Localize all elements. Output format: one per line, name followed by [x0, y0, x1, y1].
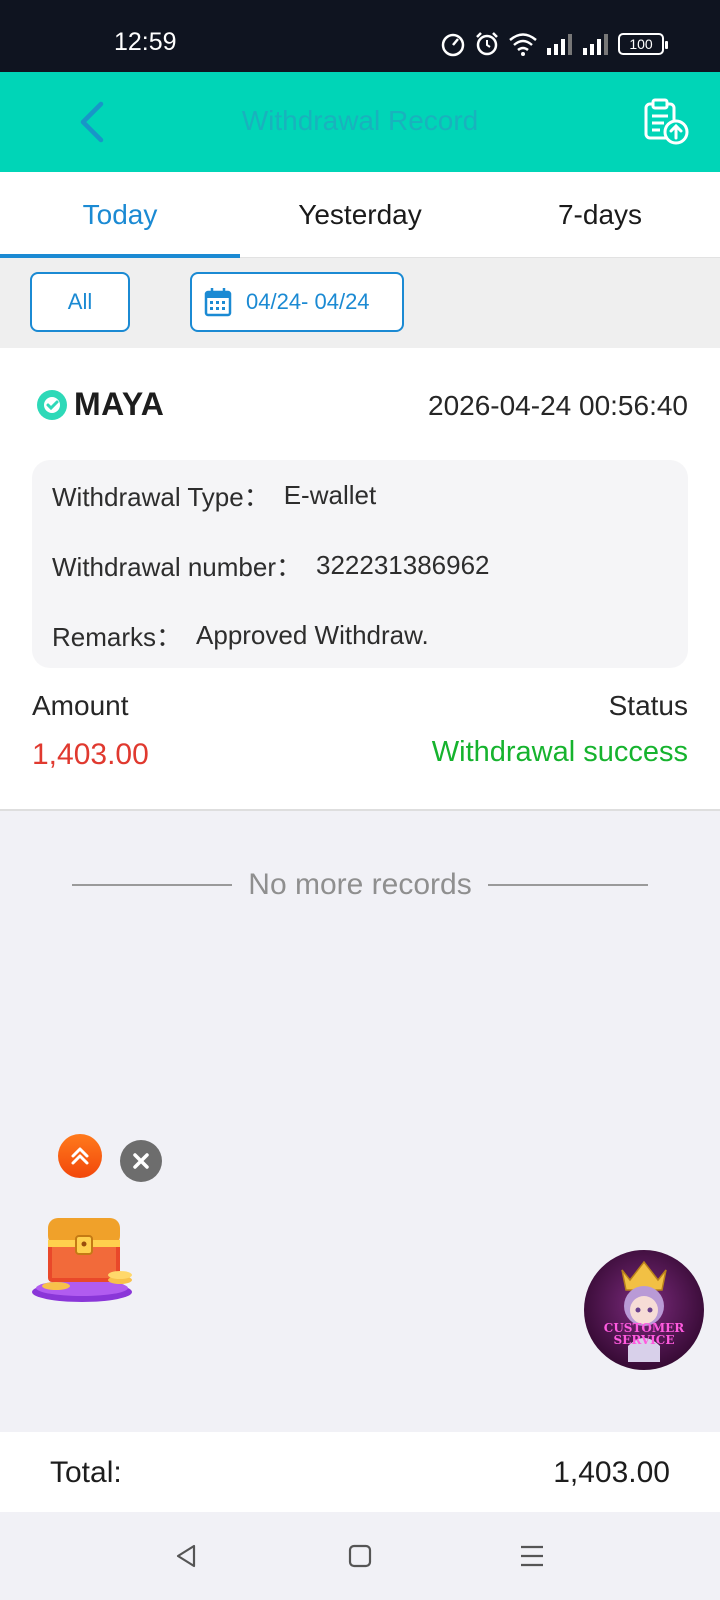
total-bar: Total: 1,403.00: [0, 1432, 720, 1512]
detail-value: 322231386962: [315, 549, 490, 580]
system-nav-bar: [0, 1512, 720, 1600]
speed-icon: [441, 33, 465, 57]
wifi-icon: [509, 33, 537, 56]
date-tabs: Today Yesterday 7-days: [0, 172, 720, 258]
treasure-chest-icon: [32, 1218, 132, 1302]
record-details: Withdrawal Type： E-wallet Withdrawal num…: [32, 460, 688, 668]
triangle-back-icon: [176, 1544, 196, 1568]
date-range-button[interactable]: 04/24- 04/24: [190, 272, 404, 332]
record-datetime: 2026-04-24 00:56:40: [428, 390, 688, 421]
detail-label: Withdrawal Type：: [52, 481, 270, 512]
customer-service-button[interactable]: CUSTOMER SERVICE: [584, 1250, 704, 1370]
customer-service-label: CUSTOMER SERVICE: [603, 1321, 685, 1347]
amount-value: 1,403.00: [32, 738, 149, 771]
close-floating-button[interactable]: [120, 1140, 162, 1182]
battery-icon: 100: [618, 33, 668, 55]
app-header: Withdrawal Record: [0, 72, 720, 172]
maya-logo-icon: [37, 389, 67, 420]
provider-name: MAYA: [74, 386, 165, 422]
collapse-button[interactable]: [58, 1134, 102, 1178]
nav-menu-button[interactable]: [512, 1536, 552, 1576]
type-filter-button[interactable]: All: [30, 272, 130, 332]
status-label: Status: [608, 690, 688, 721]
detail-label: Withdrawal number：: [52, 551, 302, 582]
clipboard-upload-icon: [644, 98, 689, 145]
total-label: Total:: [50, 1456, 122, 1489]
square-home-icon: [348, 1544, 372, 1568]
customer-service-avatar-icon: [621, 1260, 667, 1362]
signal-icon: [583, 34, 608, 55]
date-range-label: 04/24- 04/24: [246, 289, 370, 314]
alarm-icon: [476, 32, 498, 56]
detail-row-number: Withdrawal number： 322231386962: [52, 530, 668, 600]
nav-back-button[interactable]: [166, 1536, 206, 1576]
double-chevron-up-icon: [71, 1147, 89, 1165]
divider: [487, 884, 648, 886]
tab-7-days[interactable]: 7-days: [480, 172, 720, 257]
status-time: 12:59: [114, 28, 177, 56]
calendar-icon: [204, 288, 232, 317]
tab-today[interactable]: Today: [0, 172, 240, 258]
close-icon: [133, 1153, 149, 1169]
amount-label: Amount: [32, 690, 129, 721]
total-value: 1,403.00: [553, 1456, 670, 1489]
detail-value: Approved Withdraw.: [196, 619, 429, 650]
status-icons: 100: [440, 30, 668, 58]
status-value: Withdrawal success: [431, 736, 688, 768]
no-more-text: No more records: [248, 868, 472, 901]
detail-value: E-wallet: [283, 479, 377, 510]
detail-row-remarks: Remarks： Approved Withdraw.: [52, 600, 668, 670]
status-bar: 12:59 100: [0, 0, 720, 72]
page-title: Withdrawal Record: [241, 105, 479, 136]
divider: [72, 884, 233, 886]
filter-bar: All 04/24- 04/24: [0, 258, 720, 348]
no-more-records: No more records: [72, 868, 648, 902]
menu-icon: [521, 1545, 543, 1567]
signal-icon: [547, 34, 572, 55]
detail-row-type: Withdrawal Type： E-wallet: [52, 460, 668, 530]
detail-label: Remarks：: [52, 621, 183, 652]
nav-home-button[interactable]: [340, 1536, 380, 1576]
withdrawal-record-card[interactable]: MAYA 2026-04-24 00:56:40 Withdrawal Type…: [0, 348, 720, 811]
treasure-chest-button[interactable]: [30, 1200, 140, 1310]
provider-brand: MAYA: [36, 386, 164, 423]
upload-record-button[interactable]: [640, 96, 692, 148]
tab-yesterday[interactable]: Yesterday: [240, 172, 480, 257]
